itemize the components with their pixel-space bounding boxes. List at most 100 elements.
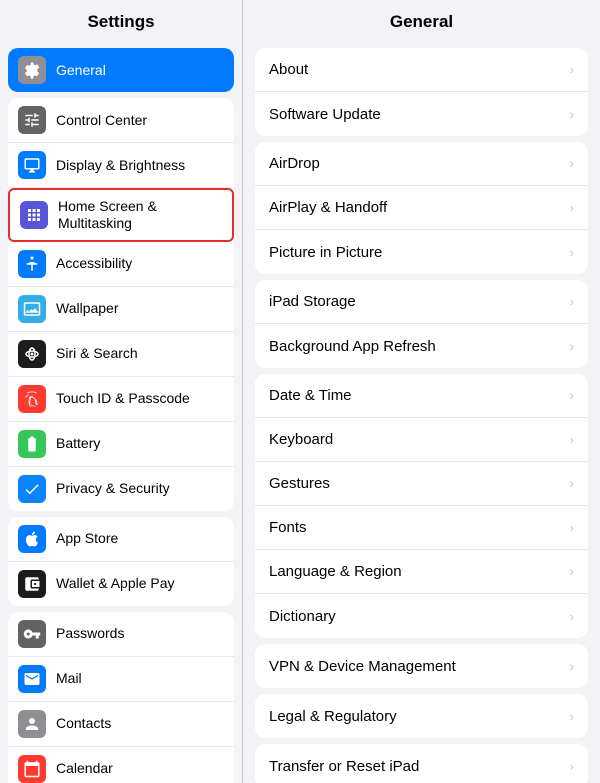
main-item-ipad-storage[interactable]: iPad Storage › bbox=[255, 280, 588, 324]
chevron-icon-language: › bbox=[570, 564, 574, 579]
main-item-pip-label: Picture in Picture bbox=[269, 244, 382, 261]
chevron-icon-ipad-storage: › bbox=[570, 294, 574, 309]
main-item-transfer-reset[interactable]: Transfer or Reset iPad › bbox=[255, 744, 588, 783]
sidebar-item-contacts-label: Contacts bbox=[56, 715, 111, 732]
chevron-icon-vpn: › bbox=[570, 659, 574, 674]
main-item-date-time-label: Date & Time bbox=[269, 387, 352, 404]
sidebar-group-2: App Store Wallet & Apple Pay bbox=[8, 517, 234, 606]
sidebar-item-home-screen-label: Home Screen & Multitasking bbox=[58, 198, 222, 232]
sidebar-item-touchid[interactable]: Touch ID & Passcode bbox=[8, 377, 234, 422]
sidebar-item-wallet-label: Wallet & Apple Pay bbox=[56, 575, 175, 592]
sidebar-item-appstore-label: App Store bbox=[56, 530, 118, 547]
sidebar-item-control-center-label: Control Center bbox=[56, 112, 147, 129]
main-item-transfer-reset-label: Transfer or Reset iPad bbox=[269, 758, 419, 775]
sidebar-item-calendar[interactable]: Calendar bbox=[8, 747, 234, 783]
chevron-icon-date-time: › bbox=[570, 388, 574, 403]
chevron-icon-airdrop: › bbox=[570, 156, 574, 171]
sidebar-item-battery-label: Battery bbox=[56, 435, 100, 452]
sidebar-item-general[interactable]: General bbox=[8, 48, 234, 92]
sidebar-item-privacy[interactable]: Privacy & Security bbox=[8, 467, 234, 511]
sidebar-item-contacts[interactable]: Contacts bbox=[8, 702, 234, 747]
main-item-software-update-label: Software Update bbox=[269, 106, 381, 123]
main-item-language[interactable]: Language & Region › bbox=[255, 550, 588, 594]
chevron-icon-legal: › bbox=[570, 709, 574, 724]
sidebar: Settings General Control Center bbox=[0, 0, 243, 783]
sidebar-item-accessibility[interactable]: Accessibility bbox=[8, 242, 234, 287]
sidebar-item-wallpaper[interactable]: Wallpaper bbox=[8, 287, 234, 332]
contacts-icon bbox=[18, 710, 46, 738]
main-item-legal[interactable]: Legal & Regulatory › bbox=[255, 694, 588, 738]
sidebar-item-home-screen[interactable]: Home Screen & Multitasking bbox=[8, 188, 234, 242]
sidebar-item-wallet[interactable]: Wallet & Apple Pay bbox=[8, 562, 234, 606]
gear-icon bbox=[18, 56, 46, 84]
main-item-background-refresh-label: Background App Refresh bbox=[269, 338, 436, 355]
sidebar-item-control-center[interactable]: Control Center bbox=[8, 98, 234, 143]
display-icon bbox=[18, 151, 46, 179]
chevron-icon-about: › bbox=[570, 62, 574, 77]
chevron-icon-pip: › bbox=[570, 245, 574, 260]
calendar-icon bbox=[18, 755, 46, 783]
main-item-pip[interactable]: Picture in Picture › bbox=[255, 230, 588, 274]
main-group-1: AirDrop › AirPlay & Handoff › Picture in… bbox=[255, 142, 588, 274]
main-group-2: iPad Storage › Background App Refresh › bbox=[255, 280, 588, 368]
sliders-icon bbox=[18, 106, 46, 134]
chevron-icon-keyboard: › bbox=[570, 432, 574, 447]
sidebar-item-siri-label: Siri & Search bbox=[56, 345, 138, 362]
sidebar-item-siri[interactable]: Siri & Search bbox=[8, 332, 234, 377]
main-item-software-update[interactable]: Software Update › bbox=[255, 92, 588, 136]
main-item-background-refresh[interactable]: Background App Refresh › bbox=[255, 324, 588, 368]
sidebar-item-appstore[interactable]: App Store bbox=[8, 517, 234, 562]
sidebar-item-passwords[interactable]: Passwords bbox=[8, 612, 234, 657]
main-group-3: Date & Time › Keyboard › Gestures › Font… bbox=[255, 374, 588, 638]
sidebar-item-passwords-label: Passwords bbox=[56, 625, 124, 642]
main-group-6: Transfer or Reset iPad › bbox=[255, 744, 588, 783]
main-item-date-time[interactable]: Date & Time › bbox=[255, 374, 588, 418]
key-icon bbox=[18, 620, 46, 648]
home-icon bbox=[20, 201, 48, 229]
main-item-fonts[interactable]: Fonts › bbox=[255, 506, 588, 550]
main-item-gestures[interactable]: Gestures › bbox=[255, 462, 588, 506]
chevron-icon-gestures: › bbox=[570, 476, 574, 491]
sidebar-group-1: Control Center Display & Brightness Home… bbox=[8, 98, 234, 511]
main-item-about-label: About bbox=[269, 61, 308, 78]
sidebar-item-wallpaper-label: Wallpaper bbox=[56, 300, 119, 317]
accessibility-icon bbox=[18, 250, 46, 278]
sidebar-item-calendar-label: Calendar bbox=[56, 760, 113, 777]
chevron-icon-transfer-reset: › bbox=[570, 759, 574, 774]
sidebar-item-general-label: General bbox=[56, 62, 106, 79]
main-item-language-label: Language & Region bbox=[269, 563, 402, 580]
sidebar-item-battery[interactable]: Battery bbox=[8, 422, 234, 467]
sidebar-group-3: Passwords Mail Contacts Calendar bbox=[8, 612, 234, 783]
touchid-icon bbox=[18, 385, 46, 413]
chevron-icon-software-update: › bbox=[570, 107, 574, 122]
sidebar-item-privacy-label: Privacy & Security bbox=[56, 480, 170, 497]
main-item-dictionary-label: Dictionary bbox=[269, 608, 336, 625]
main-item-dictionary[interactable]: Dictionary › bbox=[255, 594, 588, 638]
chevron-icon-dictionary: › bbox=[570, 609, 574, 624]
main-item-airdrop[interactable]: AirDrop › bbox=[255, 142, 588, 186]
main-group-0: About › Software Update › bbox=[255, 48, 588, 136]
main-title: General bbox=[243, 0, 600, 42]
appstore-icon bbox=[18, 525, 46, 553]
sidebar-item-mail[interactable]: Mail bbox=[8, 657, 234, 702]
main-group-5: Legal & Regulatory › bbox=[255, 694, 588, 738]
main-item-airplay[interactable]: AirPlay & Handoff › bbox=[255, 186, 588, 230]
main-item-about[interactable]: About › bbox=[255, 48, 588, 92]
chevron-icon-airplay: › bbox=[570, 200, 574, 215]
wallet-icon bbox=[18, 570, 46, 598]
main-item-legal-label: Legal & Regulatory bbox=[269, 708, 397, 725]
battery-icon bbox=[18, 430, 46, 458]
main-item-airplay-label: AirPlay & Handoff bbox=[269, 199, 387, 216]
sidebar-title: Settings bbox=[0, 0, 242, 42]
chevron-icon-background-refresh: › bbox=[570, 339, 574, 354]
main-item-vpn-label: VPN & Device Management bbox=[269, 658, 456, 675]
main-item-vpn[interactable]: VPN & Device Management › bbox=[255, 644, 588, 688]
main-item-keyboard[interactable]: Keyboard › bbox=[255, 418, 588, 462]
wallpaper-icon bbox=[18, 295, 46, 323]
chevron-icon-fonts: › bbox=[570, 520, 574, 535]
sidebar-item-touchid-label: Touch ID & Passcode bbox=[56, 390, 190, 407]
sidebar-item-display[interactable]: Display & Brightness bbox=[8, 143, 234, 188]
main-item-airdrop-label: AirDrop bbox=[269, 155, 320, 172]
main-item-keyboard-label: Keyboard bbox=[269, 431, 333, 448]
main-content: General About › Software Update › AirDro… bbox=[243, 0, 600, 783]
